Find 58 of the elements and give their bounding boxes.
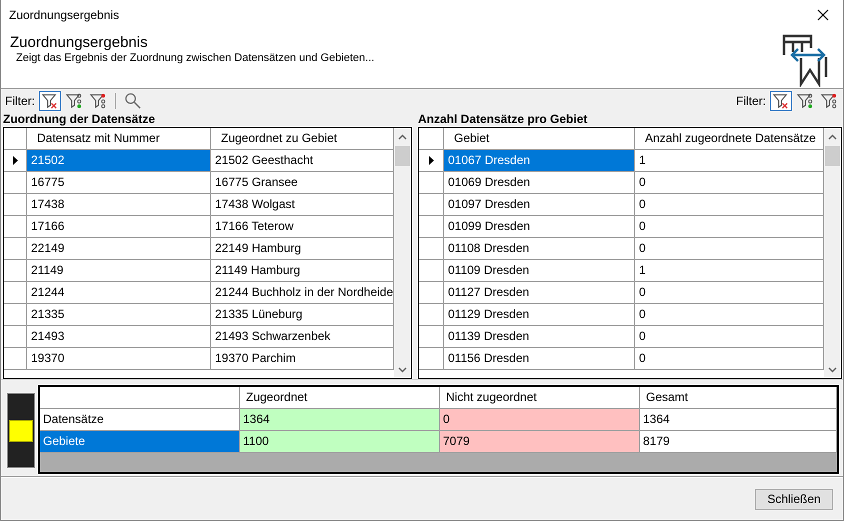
filter-clear-button[interactable]	[39, 90, 61, 110]
table-cell: 01097 Dresden	[444, 194, 635, 216]
header-title: Zuordnungsergebnis	[10, 34, 149, 52]
table-cell: 0	[635, 216, 824, 238]
table-cell: 01109 Dresden	[444, 260, 635, 282]
header-corner	[4, 128, 27, 150]
table-cell: 16775	[27, 172, 211, 194]
table-cell: 0	[635, 326, 824, 348]
table-cell: 01156 Dresden	[444, 348, 635, 370]
table-cell: 01069 Dresden	[444, 172, 635, 194]
row-label: Gebiete	[40, 431, 240, 453]
table-cell: 1364	[640, 409, 837, 431]
filter-label: Filter:	[736, 94, 766, 108]
scroll-up-icon[interactable]	[398, 134, 407, 140]
scroll-thumb[interactable]	[395, 146, 410, 166]
table-cell: 22149	[27, 238, 211, 260]
table-cell: 01067 Dresden	[444, 150, 635, 172]
table-cell: 1100	[240, 431, 440, 453]
grid-title: Zuordnung der Datensätze	[3, 112, 156, 126]
close-button[interactable]: Schließen	[755, 488, 833, 510]
scroll-up-icon[interactable]	[828, 134, 837, 140]
table-cell: 21493	[27, 326, 211, 348]
header-subtitle: Zeigt das Ergebnis der Zuordnung zwischen Datensätzen und Gebieten...	[15, 52, 376, 64]
scrollbar[interactable]	[394, 128, 411, 378]
table-cell: 0	[635, 304, 824, 326]
scrollbar[interactable]	[824, 128, 841, 378]
table-cell: 01127 Dresden	[444, 282, 635, 304]
table-cell: 21244	[27, 282, 211, 304]
table-cell: 21335	[27, 304, 211, 326]
table-cell: 8179	[640, 431, 837, 453]
table-cell: 0	[635, 172, 824, 194]
table-cell: 0	[635, 238, 824, 260]
scroll-down-icon[interactable]	[828, 366, 837, 372]
header-corner	[419, 128, 444, 150]
table-cell: 01099 Dresden	[444, 216, 635, 238]
table-cell: 01129 Dresden	[444, 304, 635, 326]
table-cell: 0	[635, 282, 824, 304]
table-cell: 0	[635, 348, 824, 370]
table-cell: 01139 Dresden	[444, 326, 635, 348]
table-cell: 1364	[240, 409, 440, 431]
table-cell: 1	[635, 260, 824, 282]
table-cell: 1	[635, 150, 824, 172]
table-cell: 0	[635, 194, 824, 216]
table-cell: 21502	[27, 150, 211, 172]
table-cell: 19370	[27, 348, 211, 370]
table-cell: 17438	[27, 194, 211, 216]
filter-clear-button[interactable]	[770, 90, 792, 110]
scroll-down-icon[interactable]	[398, 366, 407, 372]
table-cell: 0	[440, 409, 640, 431]
table-cell: 01108 Dresden	[444, 238, 635, 260]
table-cell: 7079	[440, 431, 640, 453]
table-cell: 17166	[27, 216, 211, 238]
window-title: Zuordnungsergebnis	[9, 8, 120, 22]
scroll-thumb[interactable]	[825, 146, 840, 166]
filter-label: Filter:	[5, 94, 35, 108]
column-header[interactable]: Anzahl zugeordnete Datensätze	[635, 128, 824, 150]
grid-title: Anzahl Datensätze pro Gebiet	[418, 112, 588, 126]
table-cell: 21149	[27, 260, 211, 282]
